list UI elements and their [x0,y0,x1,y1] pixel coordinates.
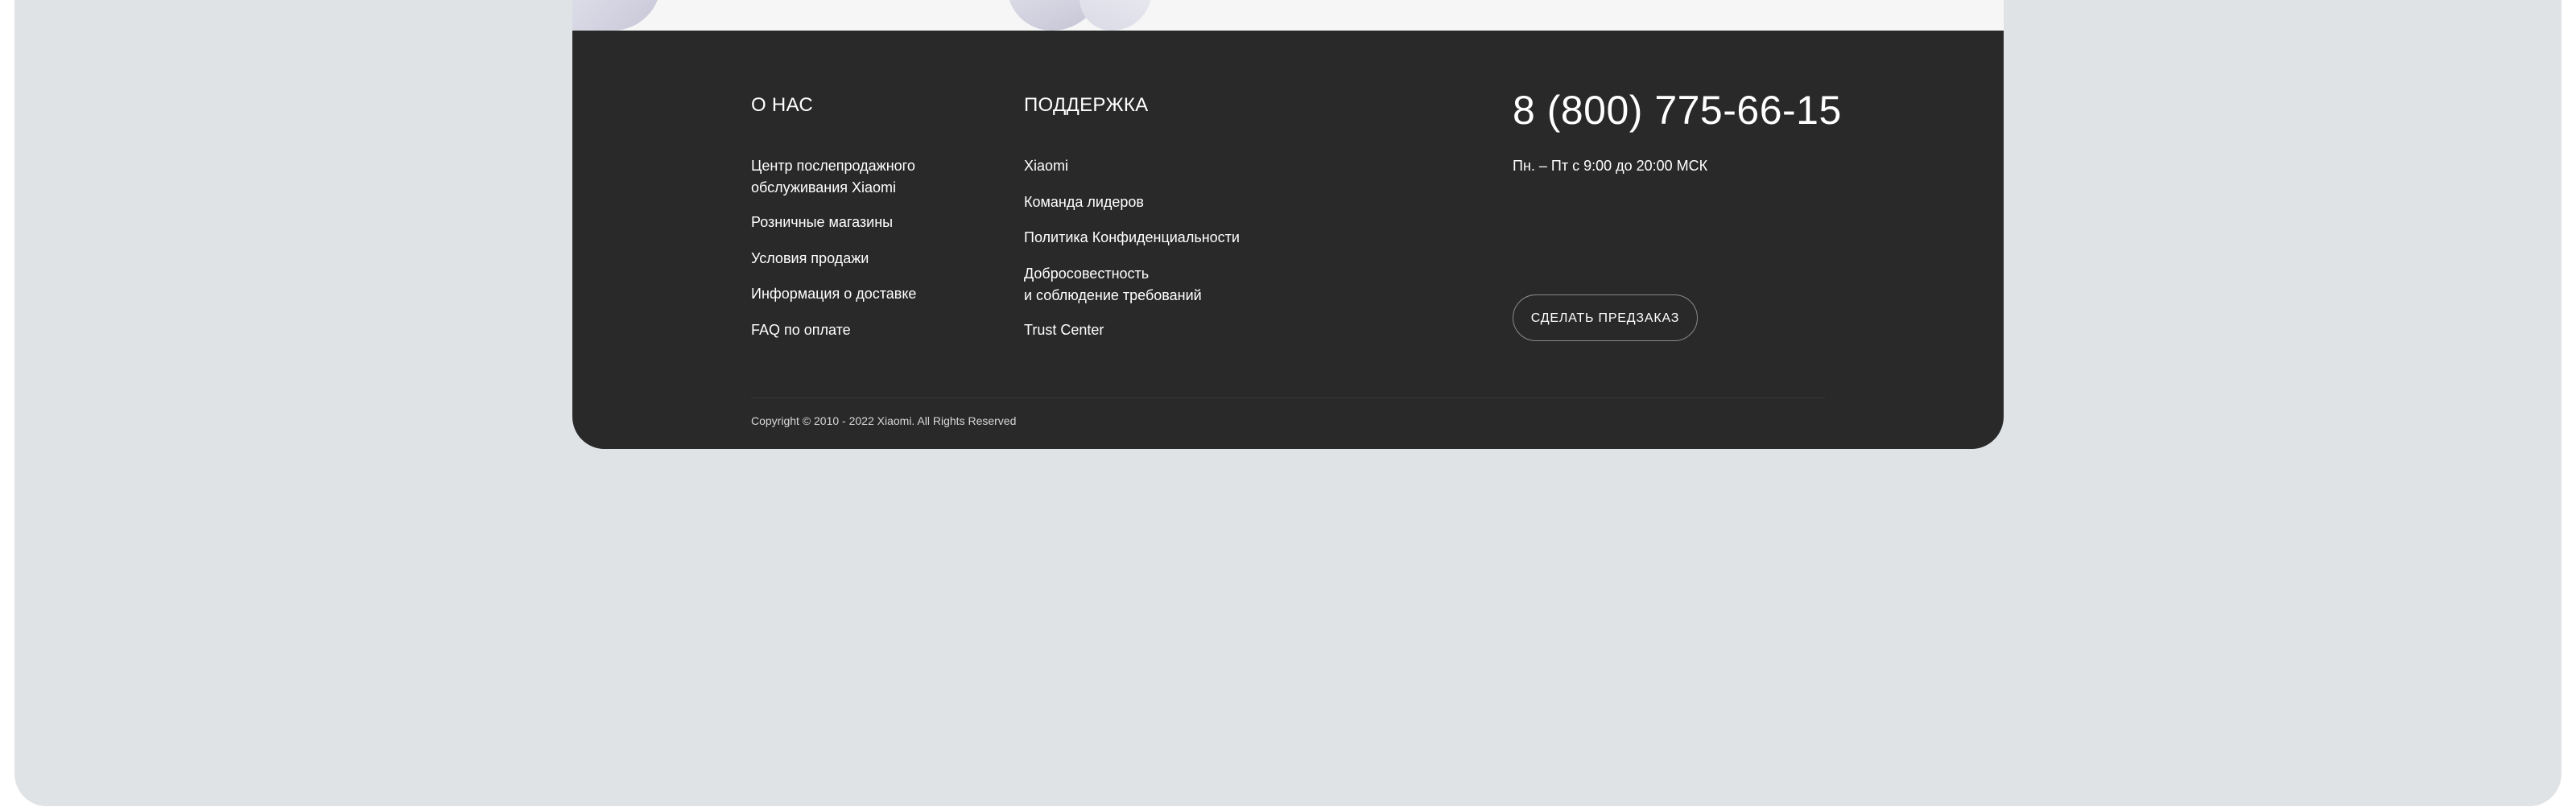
footer-link-label: и соблюдение требований [1024,287,1202,303]
footer-link-trust-center[interactable]: Trust Center [1024,319,1104,341]
working-hours: Пн. – Пт с 9:00 до 20:00 МСК [1513,158,1708,174]
footer-heading-about: О НАС [751,94,813,116]
hero-product-shape [1080,0,1152,31]
footer-divider [751,397,1825,398]
preorder-button[interactable]: СДЕЛАТЬ ПРЕДЗАКАЗ [1513,294,1698,341]
site-footer: О НАС Центр послепродажного обслуживания… [572,31,2004,449]
phone-number-link[interactable]: 8 (800) 775-66-15 [1513,87,1842,134]
hero-product-shape [572,0,661,31]
footer-link-sale-terms[interactable]: Условия продажи [751,248,869,270]
footer-heading-support: ПОДДЕРЖКА [1024,94,1149,116]
footer-link-leadership-team[interactable]: Команда лидеров [1024,191,1144,213]
hero-image-bottom [572,0,2004,31]
footer-link-retail-stores[interactable]: Розничные магазины [751,212,893,233]
copyright-text: Copyright © 2010 - 2022 Xiaomi. All Righ… [751,414,1017,427]
footer-link-label: Добросовестность [1024,266,1150,282]
footer-link-service-center[interactable]: Центр послепродажного обслуживания Xiaom… [751,155,915,199]
footer-link-xiaomi[interactable]: Xiaomi [1024,155,1068,177]
footer-link-label: обслуживания Xiaomi [751,179,897,196]
footer-link-integrity-compliance[interactable]: Добросовестность и соблюдение требований [1024,263,1202,307]
footer-link-label: Центр послепродажного [751,158,915,174]
footer-link-delivery-info[interactable]: Информация о доставке [751,283,916,305]
footer-link-payment-faq[interactable]: FAQ по оплате [751,319,851,341]
footer-link-privacy-policy[interactable]: Политика Конфиденциальности [1024,227,1240,249]
